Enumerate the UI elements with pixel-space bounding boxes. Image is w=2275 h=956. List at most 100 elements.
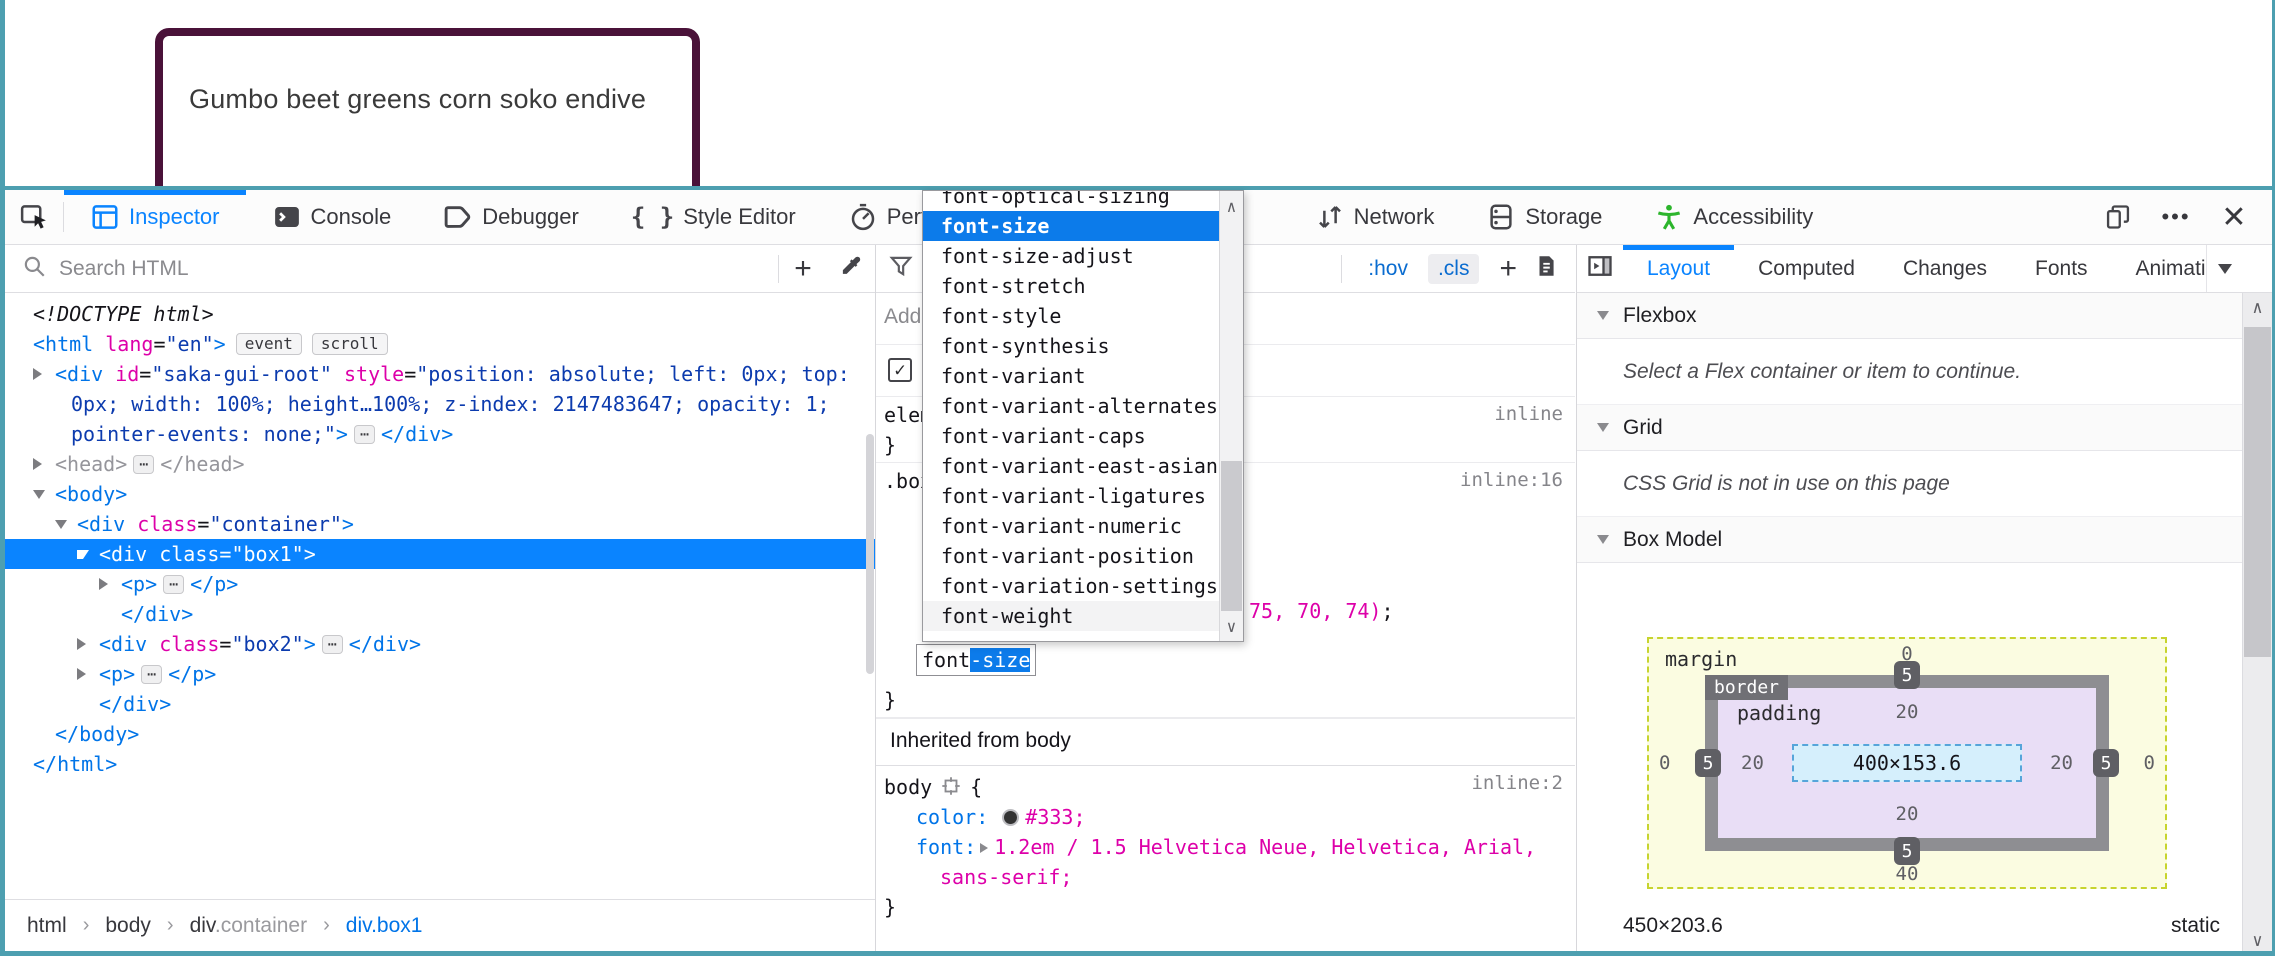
pick-element-button[interactable] xyxy=(5,190,63,244)
tab-inspector[interactable]: Inspector xyxy=(64,190,246,244)
twisty-expanded-icon[interactable] xyxy=(33,490,45,499)
markup-row[interactable]: pointer-events: none;">⋯</div> xyxy=(5,419,875,449)
autocomplete-scrollbar[interactable]: ∧ ∨ xyxy=(1219,191,1243,641)
scrollbar-thumb[interactable] xyxy=(2244,327,2271,657)
box-model-diagram[interactable]: margin border padding 400×153.6 0 5 20 2… xyxy=(1647,637,2167,889)
new-property-input[interactable]: font-size xyxy=(916,644,1036,676)
border-top-value[interactable]: 5 xyxy=(1894,661,1920,689)
autocomplete-item[interactable]: font-size xyxy=(923,211,1219,241)
expand-ellipsis-button[interactable]: ⋯ xyxy=(163,575,184,594)
twisty-collapsed-icon[interactable] xyxy=(33,368,42,380)
layout-scrollbar[interactable]: ∧ ∨ xyxy=(2242,293,2272,956)
expand-shorthand-icon[interactable] xyxy=(980,843,988,853)
padding-right-value[interactable]: 20 xyxy=(2050,752,2073,774)
breadcrumb-item[interactable]: html xyxy=(27,914,67,938)
meatball-menu-button[interactable]: ••• xyxy=(2154,195,2198,239)
markup-row[interactable]: <!DOCTYPE html> xyxy=(5,299,875,329)
selector-highlighter-icon[interactable] xyxy=(940,775,962,805)
margin-bottom-value[interactable]: 40 xyxy=(1896,863,1919,885)
css-declaration[interactable]: font:1.2em / 1.5 Helvetica Neue, Helveti… xyxy=(884,832,1575,862)
box-model-content[interactable]: 400×153.6 xyxy=(1792,744,2022,782)
tab-accessibility[interactable]: Accessibility xyxy=(1628,190,1839,244)
autocomplete-item[interactable]: font-variant-alternates xyxy=(923,391,1219,421)
autocomplete-item[interactable]: font-variant-numeric xyxy=(923,511,1219,541)
autocomplete-item[interactable]: font-variant-position xyxy=(923,541,1219,571)
breadcrumb-item[interactable]: body xyxy=(105,914,151,938)
twisty-collapsed-icon[interactable] xyxy=(77,638,86,650)
sidebar-tab-computed[interactable]: Computed xyxy=(1734,245,1879,292)
rule-selector[interactable]: body xyxy=(884,775,932,799)
expand-ellipsis-button[interactable]: ⋯ xyxy=(141,665,162,684)
color-swatch[interactable] xyxy=(1002,809,1019,826)
markup-scrollbar[interactable] xyxy=(865,294,875,899)
body-rule[interactable]: body{ inline:2 color: #333; font:1.2em /… xyxy=(876,766,1575,956)
markup-row[interactable]: <head>⋯</head> xyxy=(5,449,875,479)
autocomplete-item[interactable]: font-variant-east-asian xyxy=(923,451,1219,481)
twisty-collapsed-icon[interactable] xyxy=(99,578,108,590)
margin-left-value[interactable]: 0 xyxy=(1659,752,1670,774)
expand-ellipsis-button[interactable]: ⋯ xyxy=(354,425,375,444)
autocomplete-item[interactable]: font-optical-sizing xyxy=(923,191,1219,211)
padding-top-value[interactable]: 20 xyxy=(1896,701,1919,723)
markup-row[interactable]: <div id="saka-gui-root" style="position:… xyxy=(5,359,875,389)
tab-console[interactable]: Console xyxy=(246,190,418,244)
all-tabs-menu-button[interactable] xyxy=(2206,245,2242,292)
scroll-down-arrow[interactable]: ∨ xyxy=(1220,613,1243,639)
section-header-flexbox[interactable]: Flexbox xyxy=(1577,293,2242,339)
sidebar-tab-fonts[interactable]: Fonts xyxy=(2011,245,2112,292)
sidebar-tab-changes[interactable]: Changes xyxy=(1879,245,2011,292)
add-node-button[interactable]: + xyxy=(779,246,827,292)
twisty-expanded-icon[interactable] xyxy=(55,520,67,529)
css-declaration[interactable]: color: #333; xyxy=(884,802,1575,832)
border-left-value[interactable]: 5 xyxy=(1695,749,1721,777)
markup-row[interactable]: <body> xyxy=(5,479,875,509)
sidebar-tab-layout[interactable]: Layout xyxy=(1623,245,1734,292)
tab-debugger[interactable]: Debugger xyxy=(417,190,605,244)
section-header-grid[interactable]: Grid xyxy=(1577,405,2242,451)
autocomplete-item[interactable]: font-variant xyxy=(923,361,1219,391)
selected-node-row[interactable]: <div class="box1"> xyxy=(5,539,875,569)
markup-row[interactable]: </body> xyxy=(5,719,875,749)
add-rule-button[interactable]: + xyxy=(1499,252,1517,286)
close-devtools-button[interactable]: ✕ xyxy=(2212,195,2256,239)
autocomplete-item[interactable]: font-variant-ligatures xyxy=(923,481,1219,511)
twisty-expanded-icon[interactable] xyxy=(77,550,89,559)
class-panel-button[interactable]: .cls xyxy=(1428,254,1480,284)
twisty-collapsed-icon[interactable] xyxy=(33,458,42,470)
autocomplete-item[interactable]: font-variant-caps xyxy=(923,421,1219,451)
margin-right-value[interactable]: 0 xyxy=(2144,752,2155,774)
filter-funnel-icon[interactable] xyxy=(888,253,914,284)
rule-source-link[interactable]: inline:2 xyxy=(1471,772,1563,794)
eyedropper-button[interactable] xyxy=(827,246,875,292)
border-right-value[interactable]: 5 xyxy=(2093,749,2119,777)
markup-row[interactable]: 0px; width: 100%; height…100%; z-index: … xyxy=(5,389,875,419)
rule-source-link[interactable]: inline xyxy=(1494,403,1563,425)
breadcrumb-item[interactable]: div.container xyxy=(190,914,308,938)
autocomplete-item[interactable]: font-variation-settings xyxy=(923,571,1219,601)
padding-left-value[interactable]: 20 xyxy=(1741,752,1764,774)
markup-row[interactable]: </html> xyxy=(5,749,875,779)
padding-bottom-value[interactable]: 20 xyxy=(1896,803,1919,825)
autocomplete-item[interactable]: font-stretch xyxy=(923,271,1219,301)
pseudo-class-button[interactable]: :hov xyxy=(1358,254,1418,284)
node-badge[interactable]: event xyxy=(236,333,302,355)
scrollbar-thumb[interactable] xyxy=(866,434,874,674)
markup-row[interactable]: <div class="box2">⋯</div> xyxy=(5,629,875,659)
autocomplete-item[interactable]: font-size-adjust xyxy=(923,241,1219,271)
expand-ellipsis-button[interactable]: ⋯ xyxy=(133,455,154,474)
twisty-collapsed-icon[interactable] xyxy=(77,668,86,680)
autocomplete-item[interactable]: font-synthesis xyxy=(923,331,1219,361)
autocomplete-item[interactable]: font-weight xyxy=(923,601,1219,631)
tab-network[interactable]: Network xyxy=(1289,190,1461,244)
responsive-design-mode-button[interactable] xyxy=(2096,195,2140,239)
breadcrumb-item[interactable]: div.box1 xyxy=(346,914,423,938)
markup-row[interactable]: </div> xyxy=(5,689,875,719)
sidebar-toggle-button[interactable] xyxy=(1577,245,1623,292)
rule-source-link[interactable]: inline:16 xyxy=(1460,469,1563,491)
markup-row[interactable]: <p>⋯</p> xyxy=(5,659,875,689)
search-input[interactable]: Search HTML xyxy=(59,257,778,281)
markup-row[interactable]: <html lang="en">eventscroll xyxy=(5,329,875,359)
print-simulation-icon[interactable] xyxy=(1533,253,1559,284)
markup-row[interactable]: </div> xyxy=(5,599,875,629)
scrollbar-thumb[interactable] xyxy=(1221,461,1242,611)
